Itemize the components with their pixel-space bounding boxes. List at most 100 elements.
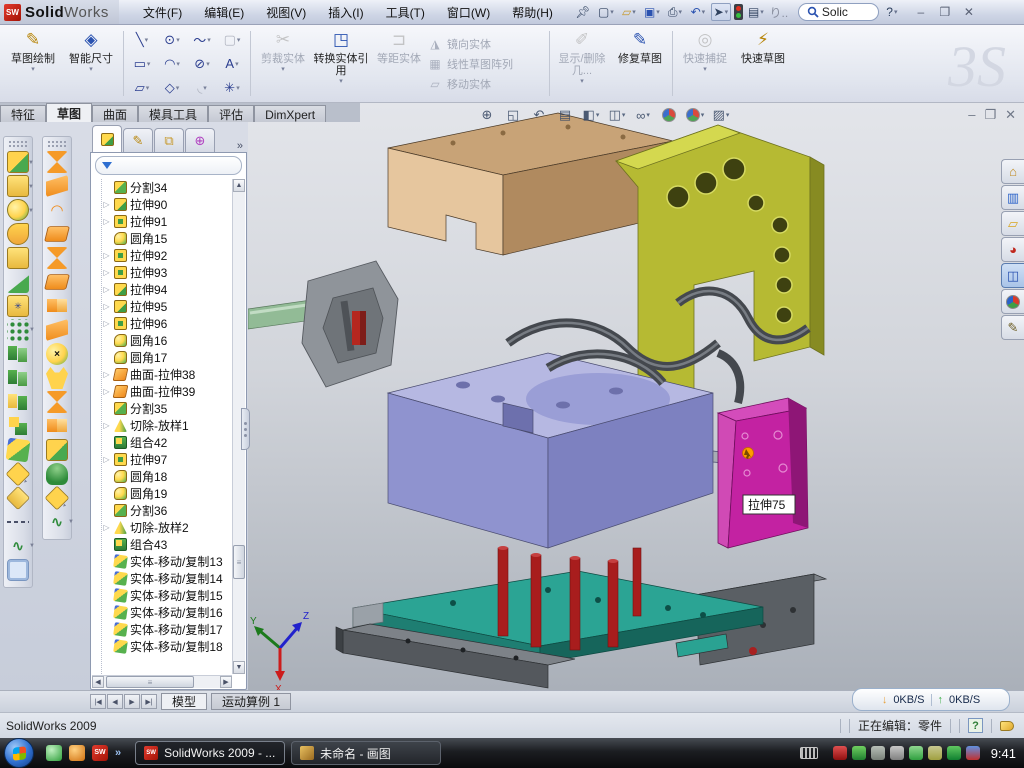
tab-曲面[interactable]: 曲面 xyxy=(92,105,138,122)
line-icon[interactable]: ╲▾ xyxy=(127,28,157,52)
solidworks-resources-icon[interactable]: ⌂ xyxy=(1001,159,1024,184)
tab-nav-2[interactable]: ▶ xyxy=(124,694,140,709)
menu-item-1[interactable]: 编辑(E) xyxy=(194,1,254,24)
tab-特征[interactable]: 特征 xyxy=(0,105,46,122)
quicklaunch-overflow[interactable]: » xyxy=(115,747,121,759)
clock[interactable]: 9:41 xyxy=(991,746,1016,761)
antivirus-shield-icon[interactable] xyxy=(833,746,847,760)
repair-sketch-button[interactable]: ✎ 修复草图 xyxy=(611,27,669,100)
hide-show-items-icon[interactable]: ∞▾ xyxy=(632,105,654,125)
tree-item[interactable]: 分割34 xyxy=(102,179,232,196)
menu-item-6[interactable]: 帮助(H) xyxy=(502,1,563,24)
tree-item[interactable]: ▷拉伸94 xyxy=(102,281,232,298)
save-icon[interactable]: ▣ xyxy=(642,3,662,21)
expand-arrow[interactable]: ▷ xyxy=(102,421,111,430)
taskbar-button[interactable]: 未命名 - 画图 xyxy=(291,741,441,765)
rebuild-traffic-light-icon[interactable] xyxy=(734,4,743,20)
tree-horizontal-scrollbar[interactable]: ◀ ≡ ▶ xyxy=(92,675,232,688)
minimize-button[interactable]: – xyxy=(912,5,930,19)
tree-item[interactable]: 实体-移动/复制18 xyxy=(102,638,232,655)
close-button[interactable]: ✕ xyxy=(960,5,978,19)
tree-item[interactable]: ▷曲面-拉伸38 xyxy=(102,366,232,383)
solidworks-quicklaunch-icon[interactable]: SW xyxy=(92,745,108,761)
guard-shield-icon[interactable] xyxy=(852,746,866,760)
rib-icon[interactable] xyxy=(7,343,29,365)
tab-草图[interactable]: 草图 xyxy=(46,103,92,122)
tab-nav-3[interactable]: ▶| xyxy=(141,694,157,709)
model-ejector-housing[interactable] xyxy=(248,261,398,387)
expand-arrow[interactable]: ▷ xyxy=(102,268,111,277)
panel-splitter-handle[interactable] xyxy=(241,408,250,450)
menu-item-2[interactable]: 视图(V) xyxy=(256,1,316,24)
propertymanager-tab[interactable]: ✎ xyxy=(123,128,153,152)
surface-curve-icon[interactable]: ∿▼ xyxy=(46,511,68,533)
section-view-icon[interactable]: ▤ xyxy=(554,105,576,125)
design-library-icon[interactable]: ▥ xyxy=(1001,185,1024,210)
previous-view-icon[interactable]: ↶ xyxy=(528,105,550,125)
horizontal-scroll-thumb[interactable]: ≡ xyxy=(106,676,194,688)
knit-surface-icon[interactable] xyxy=(46,415,68,437)
pin-icon[interactable]: 📌︎ xyxy=(573,3,593,21)
new-document-icon[interactable]: ▢ xyxy=(596,3,616,21)
motion-study-tab[interactable]: 运动算例 1 xyxy=(211,693,291,710)
lofted-surface-icon[interactable] xyxy=(44,226,70,241)
im-status-icon[interactable] xyxy=(966,746,980,760)
boundary-surface-icon[interactable] xyxy=(46,247,68,269)
taskbar-button[interactable]: SWSolidWorks 2009 - ... xyxy=(135,741,285,765)
curve-icon[interactable]: ∿▼ xyxy=(7,535,29,557)
tree-item[interactable]: 圆角16 xyxy=(102,332,232,349)
model-core-block[interactable] xyxy=(388,353,750,548)
custom-properties-icon[interactable]: ✎ xyxy=(1001,315,1024,340)
start-button[interactable] xyxy=(4,738,34,768)
menu-item-5[interactable]: 窗口(W) xyxy=(437,1,500,24)
expand-arrow[interactable]: ▷ xyxy=(102,251,111,260)
fillet-icon[interactable]: ▼ xyxy=(7,199,29,221)
tab-DimXpert[interactable]: DimXpert xyxy=(254,105,326,122)
revolve-icon[interactable] xyxy=(7,223,29,245)
shell-icon[interactable] xyxy=(7,391,29,413)
doc-minimize-button[interactable]: – xyxy=(968,107,975,123)
circle-icon[interactable]: ⊙▾ xyxy=(157,28,187,52)
tree-item[interactable]: 圆角18 xyxy=(102,468,232,485)
expand-arrow[interactable]: ▷ xyxy=(102,387,111,396)
file-explorer-icon[interactable]: ▱ xyxy=(1001,211,1024,236)
select-icon[interactable]: ➤ xyxy=(711,3,731,21)
axis-icon[interactable] xyxy=(7,511,29,533)
view-palette-icon[interactable]: ◫ xyxy=(1001,263,1024,288)
model-top-plate[interactable] xyxy=(388,113,673,255)
undo-icon[interactable]: ↶ xyxy=(688,3,708,21)
3d-contentcentral-icon[interactable]: ◕ xyxy=(1001,237,1024,262)
restore-button[interactable]: ❐ xyxy=(936,5,954,19)
tree-item[interactable]: 实体-移动/复制14 xyxy=(102,570,232,587)
arc-icon[interactable]: ◠▾ xyxy=(157,52,187,76)
tree-item[interactable]: 组合42 xyxy=(102,434,232,451)
tree-item[interactable]: ▷曲面-拉伸39 xyxy=(102,383,232,400)
tab-nav-1[interactable]: ◀ xyxy=(107,694,123,709)
model-side-block[interactable] xyxy=(718,398,808,548)
search-input[interactable] xyxy=(822,5,870,19)
extend-surface-icon[interactable] xyxy=(46,367,68,389)
tree-item[interactable]: ▷拉伸92 xyxy=(102,247,232,264)
sketch-button[interactable]: ✎ 草图绘制▾ xyxy=(4,27,62,100)
featuremanager-tree-tab[interactable] xyxy=(92,125,122,152)
tree-item[interactable]: 圆角19 xyxy=(102,485,232,502)
extruded-surface-icon[interactable] xyxy=(46,151,68,173)
swept-surface-icon[interactable]: ◠ xyxy=(46,199,68,221)
display-style-icon[interactable]: ◫▾ xyxy=(606,105,628,125)
tabs-overflow-button[interactable]: » xyxy=(237,140,243,152)
scroll-left-button[interactable]: ◀ xyxy=(92,676,104,688)
text-icon[interactable]: A▾ xyxy=(217,52,247,76)
planar-surface-icon[interactable] xyxy=(44,274,70,289)
boss-feature-icon[interactable] xyxy=(7,247,29,269)
tree-item[interactable]: ▷拉伸95 xyxy=(102,298,232,315)
scroll-right-button[interactable]: ▶ xyxy=(220,676,232,688)
apply-scene-icon[interactable]: ▾ xyxy=(684,105,706,125)
combine-bodies-icon[interactable] xyxy=(7,415,29,437)
tree-item[interactable]: ▷拉伸97 xyxy=(102,451,232,468)
surface-reference-icon[interactable]: ▼ xyxy=(45,486,70,511)
convert-entities-button[interactable]: ◳ 转换实体引用▾ xyxy=(312,27,370,100)
measure-icon[interactable] xyxy=(7,559,29,581)
update-icon[interactable] xyxy=(871,746,885,760)
tree-item[interactable]: 圆角17 xyxy=(102,349,232,366)
view-orientation-icon[interactable]: ◧▾ xyxy=(580,105,602,125)
